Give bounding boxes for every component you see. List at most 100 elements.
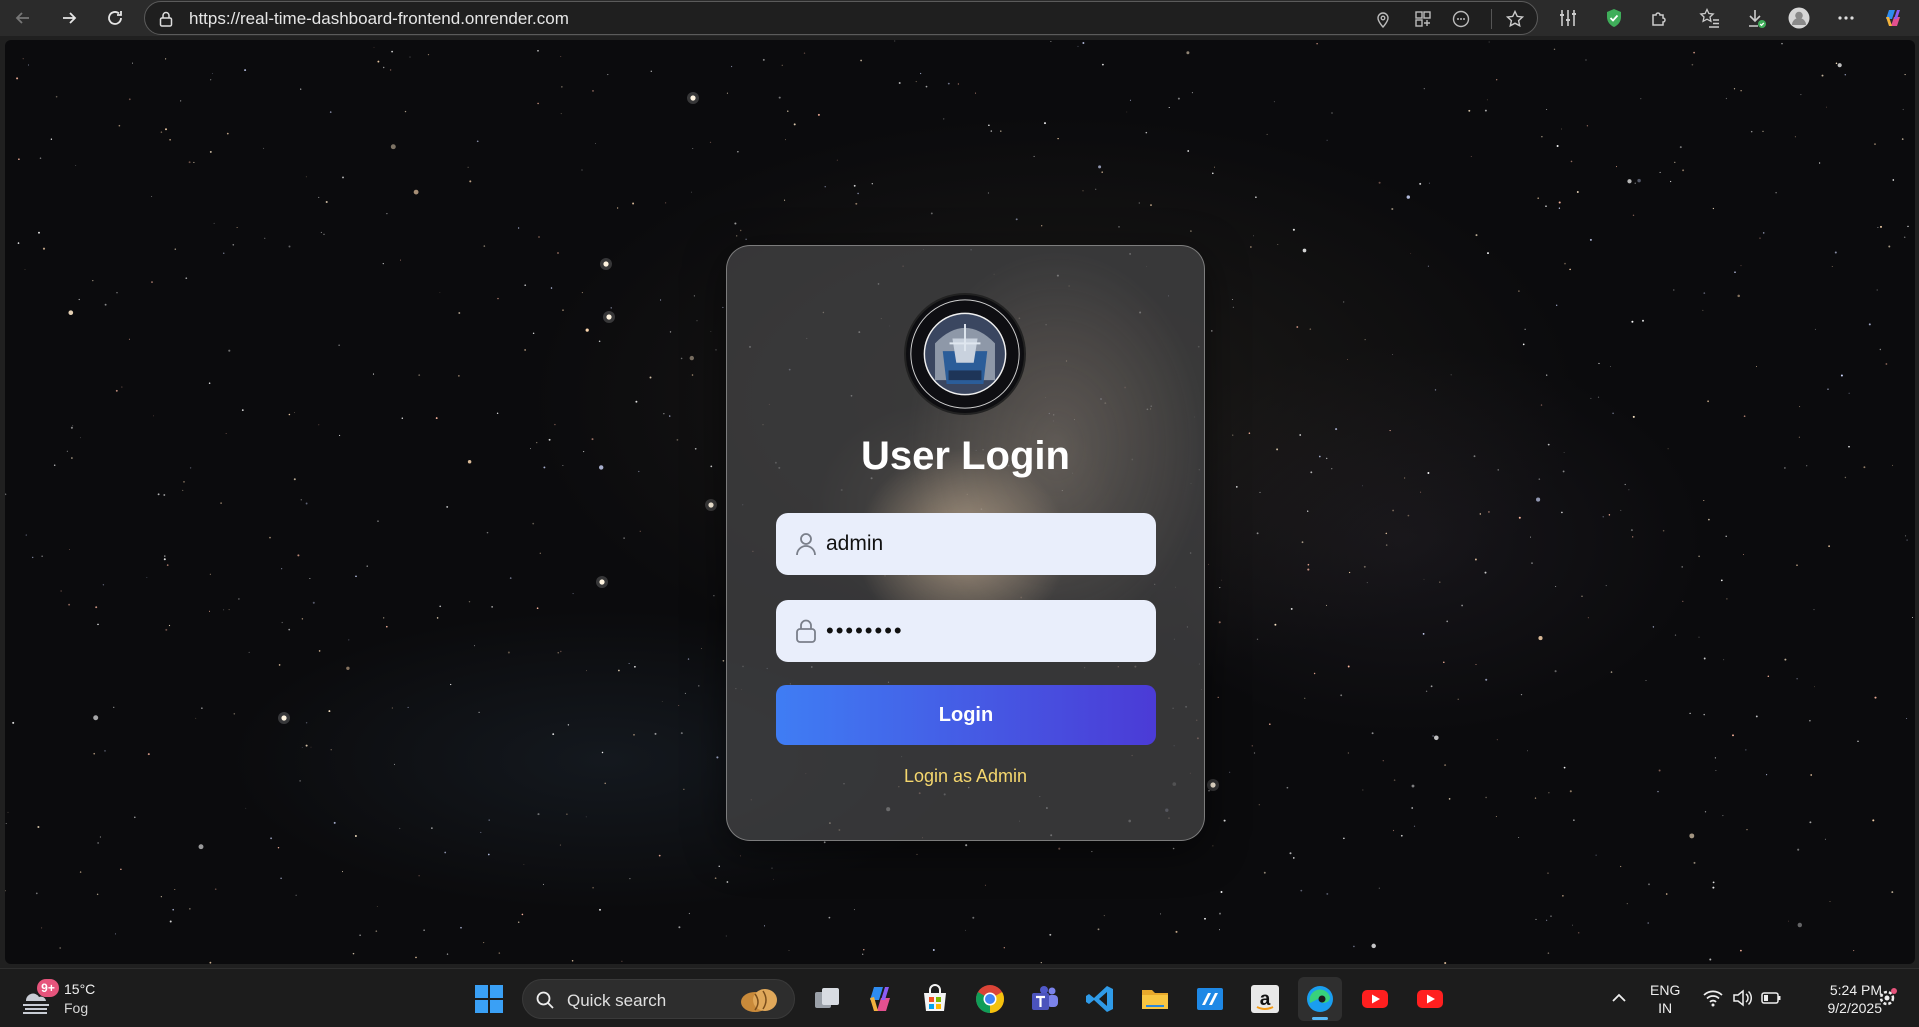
star [338,344,340,346]
password-input[interactable] [826,600,1141,662]
youtube-app-2[interactable] [1408,977,1452,1021]
star [1813,686,1815,688]
star [375,930,378,932]
star [264,237,266,239]
star [270,837,273,840]
security-extension-button[interactable] [1601,5,1627,31]
star [294,412,296,413]
youtube-app[interactable] [1353,977,1397,1021]
system-clock[interactable]: 5:24 PM 9/2/2025 [1802,981,1883,1017]
bright-star [281,715,287,721]
star [1277,244,1279,246]
star [536,607,539,610]
lock-icon[interactable] [157,10,175,28]
star [1530,536,1532,538]
favorite-star-icon[interactable] [1505,9,1525,29]
profile-button[interactable] [1786,5,1812,31]
star [281,568,283,570]
chrome-app[interactable] [968,977,1012,1021]
reading-mode-icon[interactable] [1451,9,1471,29]
star [1709,958,1712,961]
task-view-button[interactable] [805,977,849,1021]
username-field[interactable] [776,513,1156,575]
microsoft-store-app[interactable] [913,977,957,1021]
star [524,284,527,287]
star [1689,712,1691,715]
back-button[interactable] [8,3,38,33]
star [1876,289,1878,291]
star [486,531,489,534]
amazon-app[interactable]: a [1243,977,1287,1021]
star [163,494,166,496]
star [915,81,917,83]
star [228,349,231,352]
star [233,713,236,715]
star [1553,48,1556,51]
star [1335,428,1338,431]
clock-date: 9/2/2025 [1827,1000,1883,1016]
star [427,53,430,56]
star [696,320,698,322]
star [1479,513,1482,515]
star [718,865,720,867]
copilot-app[interactable] [858,977,902,1021]
volume-icon[interactable] [1731,987,1753,1009]
star [1586,125,1589,127]
login-button[interactable]: Login [776,685,1156,745]
browser-essentials-button[interactable] [1555,5,1581,31]
star [828,916,831,919]
username-input[interactable] [826,513,1141,575]
star [59,947,62,949]
taskbar-search[interactable]: Quick search [522,979,795,1019]
star [678,926,681,929]
star [1767,675,1770,677]
address-bar[interactable]: https://real-time-dashboard-frontend.onr… [144,1,1538,35]
language-indicator[interactable]: ENG IN [1650,981,1680,1017]
star [78,298,80,301]
teams-app[interactable] [1023,977,1067,1021]
start-button[interactable] [467,977,511,1021]
star [1546,919,1548,921]
azure-data-app[interactable] [1188,977,1232,1021]
star [1632,415,1635,418]
notification-settings-icon[interactable] [1876,987,1898,1009]
battery-icon[interactable] [1760,987,1782,1009]
star [400,259,401,261]
star [988,124,990,126]
file-explorer-app[interactable] [1133,977,1177,1021]
downloads-button[interactable] [1743,5,1769,31]
star [269,536,271,539]
copilot-button[interactable] [1880,5,1906,31]
star [99,836,101,838]
star [450,683,452,686]
puzzle-icon [1652,12,1666,26]
star [1702,309,1704,311]
settings-more-button[interactable] [1833,5,1859,31]
edge-app[interactable] [1298,977,1342,1021]
weather-widget[interactable]: 9+ 15°C Fog [20,978,120,1020]
extensions-button[interactable] [1647,5,1673,31]
star [722,659,725,662]
login-as-admin-link[interactable]: Login as Admin [727,766,1204,787]
forward-button[interactable] [54,3,84,33]
bright-star [708,502,714,508]
refresh-button[interactable] [100,3,130,33]
vscode-app[interactable] [1078,977,1122,1021]
star [5,890,6,892]
star [1444,764,1447,767]
star [1720,579,1723,582]
password-field[interactable] [776,600,1156,662]
favorites-button[interactable] [1697,5,1723,31]
chevron-up-icon[interactable] [1608,987,1630,1009]
star [1703,499,1705,502]
star [1406,195,1411,199]
url-text[interactable]: https://real-time-dashboard-frontend.onr… [189,9,569,29]
wifi-icon[interactable] [1702,987,1724,1009]
location-icon[interactable] [1373,9,1393,29]
star [323,233,325,235]
star [1419,182,1422,185]
star [1488,41,1490,43]
app-available-icon[interactable] [1413,9,1433,29]
star [1848,445,1850,448]
star [1363,565,1366,568]
